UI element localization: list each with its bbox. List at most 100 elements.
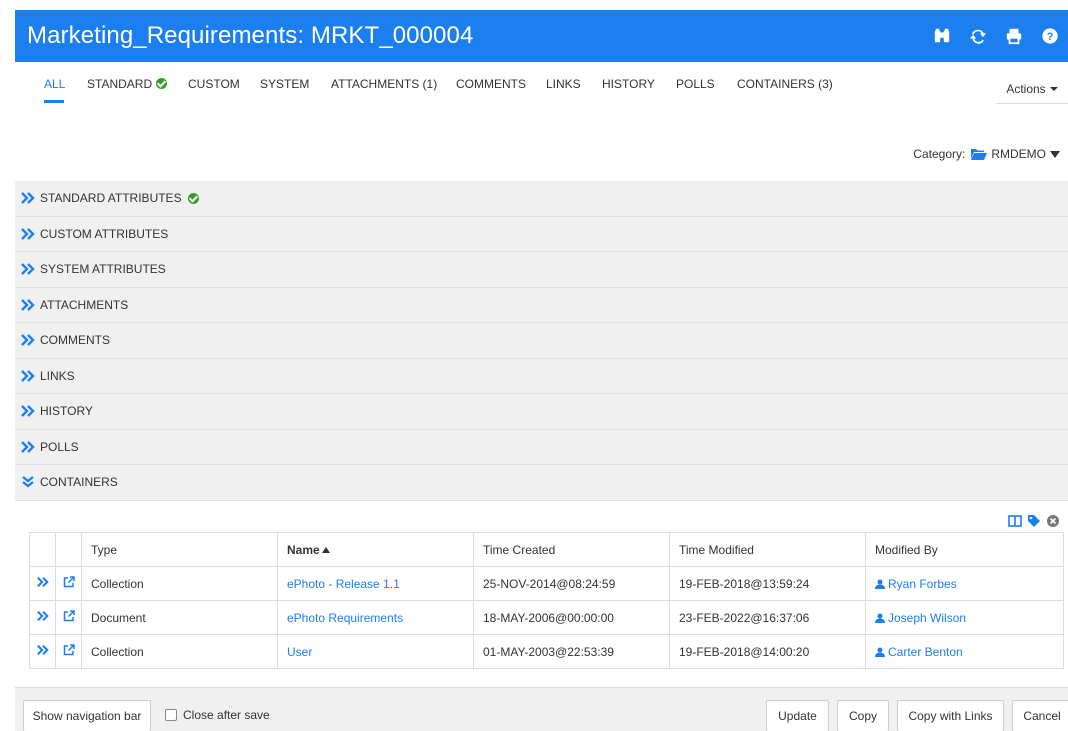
cell-type: Collection [81, 634, 278, 669]
copy-with-links-button[interactable]: Copy with Links [897, 700, 1004, 731]
category-label: Category: [913, 147, 966, 161]
header-open [55, 532, 82, 567]
tab-polls[interactable]: POLLS [676, 77, 715, 91]
title-bar: Marketing_Requirements: MRKT_000004 ? [15, 10, 1068, 62]
cell-time-created: 18-MAY-2006@00:00:00 [473, 600, 670, 635]
table-row: Collection User 01-MAY-2003@22:53:39 19-… [29, 634, 1064, 669]
expand-cell[interactable] [29, 566, 56, 601]
column-header-time-modified[interactable]: Time Modified [669, 532, 866, 567]
cell-time-modified: 19-FEB-2018@14:00:20 [669, 634, 866, 669]
update-button[interactable]: Update [766, 700, 829, 731]
section-links[interactable]: LINKS [15, 358, 1068, 394]
user-name: Joseph Wilson [888, 610, 967, 625]
tab-all[interactable]: ALL [44, 77, 65, 91]
cell-type: Collection [81, 566, 278, 601]
cell-name: ePhoto - Release 1.1 [277, 566, 474, 601]
cancel-button[interactable]: Cancel [1012, 700, 1068, 731]
footer-bar: Show navigation bar Close after save Upd… [15, 687, 1068, 731]
open-cell[interactable] [55, 600, 82, 635]
column-header-modified-by[interactable]: Modified By [865, 532, 1064, 567]
chevron-down-icon[interactable] [1050, 150, 1060, 158]
item-name-link[interactable]: User [287, 645, 312, 659]
cell-modified-by: Carter Benton [865, 634, 1064, 669]
expand-cell[interactable] [29, 600, 56, 635]
section-standard-attributes[interactable]: STANDARD ATTRIBUTES [15, 181, 1068, 217]
section-label: CUSTOM ATTRIBUTES [40, 226, 169, 241]
tab-label: ALL [44, 77, 66, 91]
help-icon[interactable]: ? [1032, 10, 1068, 62]
copy-button[interactable]: Copy [837, 700, 889, 731]
tab-standard[interactable]: STANDARD [87, 77, 168, 91]
user-link[interactable]: Carter Benton [875, 645, 963, 659]
refresh-icon[interactable] [960, 10, 996, 62]
active-tab-indicator [44, 100, 64, 103]
external-link-icon[interactable] [63, 644, 75, 656]
page-title: Marketing_Requirements: MRKT_000004 [27, 22, 474, 49]
column-header-name[interactable]: Name [277, 532, 474, 567]
category-value[interactable]: RMDEMO [991, 147, 1046, 161]
tab-comments[interactable]: COMMENTS [456, 77, 526, 91]
double-chevron-right-icon[interactable] [36, 644, 49, 656]
svg-text:?: ? [1047, 31, 1054, 43]
checkbox-label: Close after save [183, 708, 270, 722]
item-name-link[interactable]: ePhoto Requirements [287, 611, 403, 625]
user-link[interactable]: Joseph Wilson [875, 611, 966, 625]
open-cell[interactable] [55, 566, 82, 601]
column-header-time-created[interactable]: Time Created [473, 532, 670, 567]
cell-name: User [277, 634, 474, 669]
actions-dropdown[interactable]: Actions [996, 74, 1068, 104]
column-label: Modified By [875, 542, 938, 557]
section-polls[interactable]: POLLS [15, 429, 1068, 465]
tab-label: LINKS [546, 77, 581, 91]
section-system-attributes[interactable]: SYSTEM ATTRIBUTES [15, 252, 1068, 288]
tab-bar: ALL STANDARD CUSTOM SYSTEM ATTACHMENTS (… [15, 62, 1068, 120]
header-expand [29, 532, 56, 567]
cell-name: ePhoto Requirements [277, 600, 474, 635]
column-header-type[interactable]: Type [81, 532, 278, 567]
close-after-save-checkbox[interactable] [165, 709, 177, 721]
tab-history[interactable]: HISTORY [602, 77, 655, 91]
item-name-link[interactable]: ePhoto - Release 1.1 [287, 577, 400, 591]
print-icon[interactable] [996, 10, 1032, 62]
section-comments[interactable]: COMMENTS [15, 323, 1068, 359]
columns-icon[interactable] [1008, 514, 1022, 528]
double-chevron-right-icon [21, 227, 35, 240]
tab-containers[interactable]: CONTAINERS (3) [737, 77, 833, 91]
caret-down-icon [1049, 86, 1058, 91]
open-cell[interactable] [55, 634, 82, 669]
cell-modified-by: Ryan Forbes [865, 566, 1064, 601]
tab-links[interactable]: LINKS [546, 77, 581, 91]
double-chevron-right-icon [21, 369, 35, 382]
close-circle-icon[interactable] [1046, 514, 1060, 528]
user-name: Carter Benton [888, 644, 963, 659]
expand-cell[interactable] [29, 634, 56, 669]
show-navigation-bar-button[interactable]: Show navigation bar [23, 700, 151, 731]
binoculars-icon[interactable] [924, 10, 960, 62]
tab-custom[interactable]: CUSTOM [188, 77, 240, 91]
section-label: ATTACHMENTS [40, 297, 129, 312]
tab-label: COMMENTS [456, 77, 526, 91]
tab-label: ATTACHMENTS (1) [331, 77, 438, 91]
sort-ascending-icon [321, 546, 330, 553]
tab-attachments[interactable]: ATTACHMENTS (1) [331, 77, 437, 91]
button-label: Copy with Links [908, 709, 993, 723]
external-link-icon[interactable] [63, 576, 75, 588]
tab-label: CUSTOM [188, 77, 240, 91]
table-toolbar [1008, 514, 1060, 528]
section-attachments[interactable]: ATTACHMENTS [15, 287, 1068, 323]
section-label: COMMENTS [40, 333, 110, 348]
double-chevron-right-icon[interactable] [36, 576, 49, 588]
user-link[interactable]: Ryan Forbes [875, 577, 957, 591]
external-link-icon[interactable] [63, 610, 75, 622]
user-name: Ryan Forbes [888, 576, 957, 591]
section-custom-attributes[interactable]: CUSTOM ATTRIBUTES [15, 216, 1068, 252]
tab-system[interactable]: SYSTEM [260, 77, 309, 91]
containers-table: Type Name Time Created Time Modified Mod… [29, 532, 1064, 669]
tag-icon[interactable] [1027, 514, 1041, 528]
button-label: Update [778, 709, 817, 723]
double-chevron-right-icon[interactable] [36, 610, 49, 622]
section-containers[interactable]: CONTAINERS [15, 465, 1068, 501]
column-label: Time Modified [679, 542, 754, 557]
header-toolbar: ? [924, 10, 1068, 62]
section-history[interactable]: HISTORY [15, 394, 1068, 430]
